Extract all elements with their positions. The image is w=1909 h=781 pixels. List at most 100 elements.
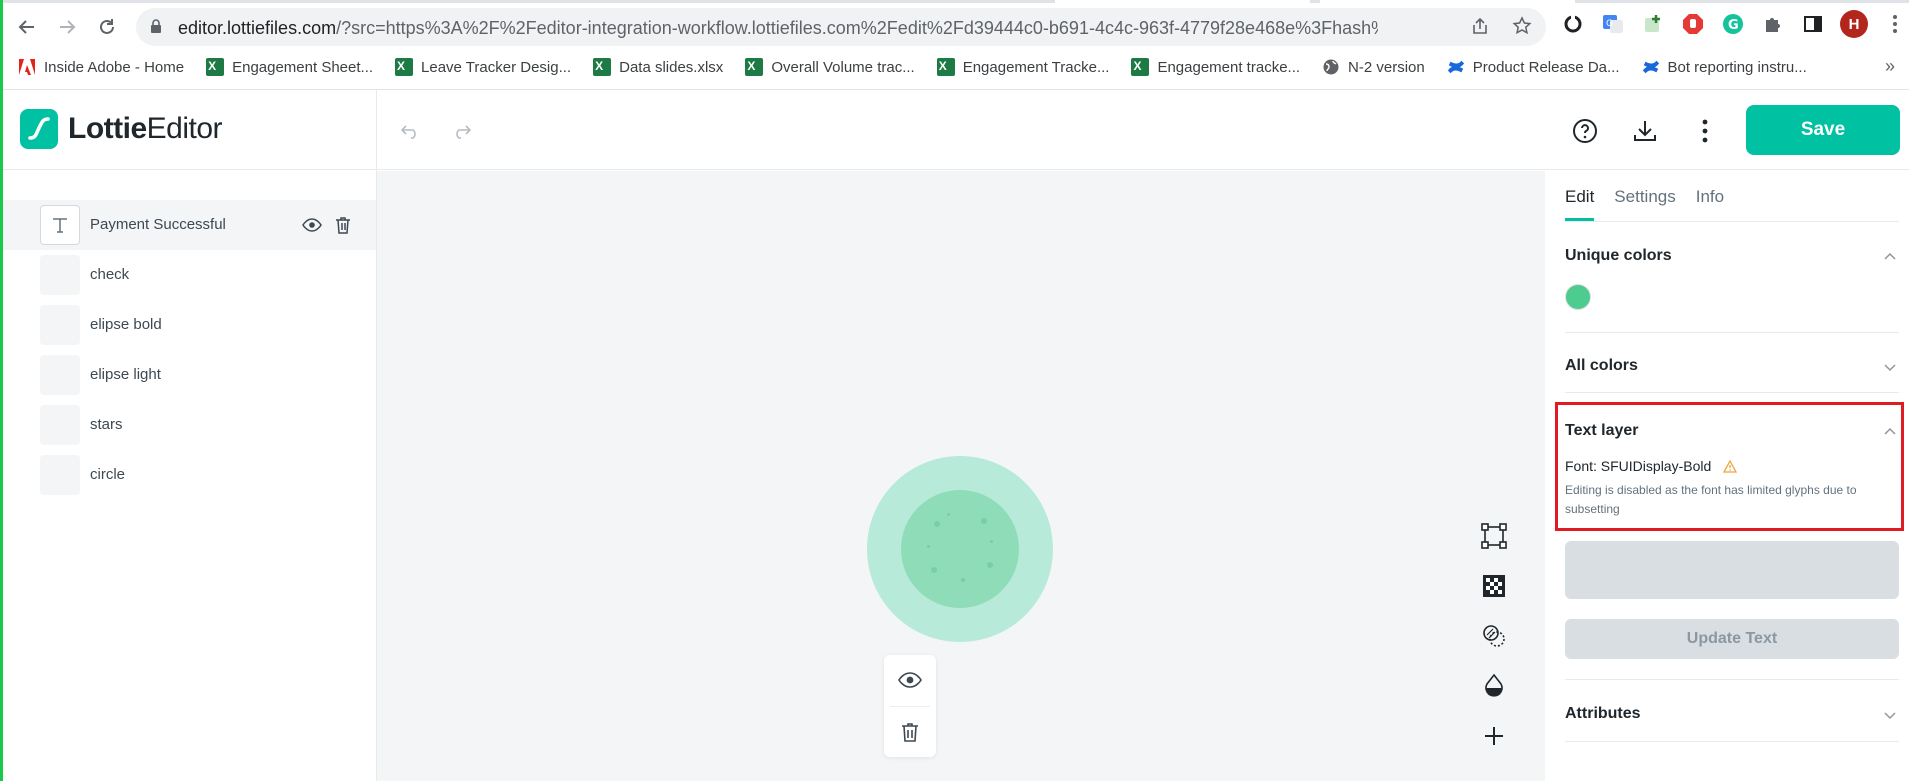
- editor-header: LottieEditor Save: [0, 90, 1909, 170]
- confluence-icon: [1642, 58, 1660, 76]
- undo-button[interactable]: [398, 118, 424, 144]
- animation-preview[interactable]: [867, 456, 1053, 642]
- trash-icon[interactable]: [334, 215, 352, 240]
- bookmark-item[interactable]: Engagement tracke...: [1131, 58, 1300, 76]
- layer-thumbnail: [40, 405, 80, 445]
- layer-row[interactable]: Payment Successful: [0, 200, 376, 250]
- transparency-grid-icon[interactable]: [1479, 571, 1509, 601]
- color-swatch[interactable]: [1565, 284, 1591, 310]
- download-icon[interactable]: [1630, 116, 1660, 146]
- layer-name: check: [90, 266, 130, 283]
- svg-text:G: G: [1606, 19, 1613, 29]
- chevron-up-icon[interactable]: [1883, 250, 1897, 264]
- extension-plus-icon[interactable]: [1640, 11, 1666, 37]
- browser-toolbar: editor.lottiefiles.com/?src=https%3A%2F%…: [0, 0, 1909, 90]
- excel-icon: [593, 58, 612, 76]
- eye-icon[interactable]: [302, 215, 322, 240]
- layer-name: elipse bold: [90, 316, 162, 333]
- layer-thumbnail: [40, 455, 80, 495]
- adobe-icon: [18, 58, 36, 76]
- layer-thumbnail: [40, 305, 80, 345]
- tab-info[interactable]: Info: [1696, 171, 1724, 221]
- grammarly-icon[interactable]: G: [1720, 11, 1746, 37]
- url-text[interactable]: editor.lottiefiles.com/?src=https%3A%2F%…: [178, 18, 1378, 39]
- bookmark-item[interactable]: Overall Volume trac...: [745, 58, 915, 76]
- panel-tabs: Edit Settings Info: [1565, 171, 1724, 221]
- redo-button[interactable]: [448, 118, 474, 144]
- tab-settings[interactable]: Settings: [1614, 171, 1675, 221]
- chevron-down-icon[interactable]: [1883, 360, 1897, 374]
- floating-layer-toolbar: [884, 655, 936, 757]
- bookmark-item[interactable]: Data slides.xlsx: [593, 58, 723, 76]
- excel-icon: [936, 58, 955, 76]
- bounding-box-icon[interactable]: [1479, 521, 1509, 551]
- layer-row[interactable]: elipse light: [0, 350, 376, 400]
- globe-icon: [1322, 58, 1340, 76]
- save-button[interactable]: Save: [1746, 105, 1900, 155]
- bookmark-star-icon[interactable]: [1512, 16, 1532, 41]
- profile-avatar[interactable]: H: [1840, 10, 1868, 38]
- eye-icon[interactable]: [895, 665, 925, 695]
- layer-row[interactable]: elipse bold: [0, 300, 376, 350]
- layer-row[interactable]: stars: [0, 400, 376, 450]
- bookmarks-bar: Inside Adobe - Home Engagement Sheet... …: [0, 52, 1909, 82]
- adblock-icon[interactable]: [1680, 11, 1706, 37]
- bookmarks-overflow-button[interactable]: »: [1885, 56, 1895, 77]
- lottie-logo-icon: [20, 109, 58, 149]
- window-edge: [0, 0, 3, 781]
- layers-panel: Payment Successful check elipse bold eli…: [0, 200, 376, 500]
- google-translate-icon[interactable]: G: [1600, 11, 1626, 37]
- bookmark-item[interactable]: Engagement Tracke...: [936, 58, 1109, 76]
- excel-icon: [395, 58, 414, 76]
- layer-name: elipse light: [90, 366, 161, 383]
- animation-canvas[interactable]: [377, 171, 1545, 781]
- extensions-puzzle-icon[interactable]: [1760, 11, 1786, 37]
- bookmark-item[interactable]: Inside Adobe - Home: [18, 58, 184, 76]
- update-text-button[interactable]: Update Text: [1565, 619, 1899, 659]
- bookmark-item[interactable]: Product Release Da...: [1447, 58, 1620, 76]
- layer-name: circle: [90, 466, 126, 483]
- extension-sync-icon[interactable]: [1560, 11, 1586, 37]
- side-panel-icon[interactable]: [1800, 11, 1826, 37]
- trash-icon[interactable]: [895, 717, 925, 747]
- share-icon[interactable]: [1470, 16, 1490, 41]
- layer-thumbnail: [40, 355, 80, 395]
- layer-name: Payment Successful: [90, 216, 226, 233]
- layer-row[interactable]: circle: [0, 450, 376, 500]
- confluence-icon: [1447, 58, 1465, 76]
- tab-strip: [0, 0, 1909, 3]
- layer-row[interactable]: check: [0, 250, 376, 300]
- excel-icon: [745, 58, 764, 76]
- excel-icon: [1131, 58, 1150, 76]
- back-button[interactable]: [10, 10, 44, 44]
- help-icon[interactable]: [1570, 116, 1600, 146]
- all-colors-header[interactable]: All colors: [1565, 357, 1638, 375]
- lottie-editor-logo[interactable]: LottieEditor: [20, 109, 223, 149]
- logo-text: LottieEditor: [68, 112, 223, 145]
- tab-edit[interactable]: Edit: [1565, 171, 1595, 221]
- bookmark-item[interactable]: Engagement Sheet...: [206, 58, 373, 76]
- more-options-icon[interactable]: [1690, 116, 1720, 146]
- lock-icon: [150, 19, 162, 39]
- onion-skin-icon[interactable]: [1479, 621, 1509, 651]
- text-content-field[interactable]: [1565, 541, 1899, 599]
- excel-icon: [206, 58, 225, 76]
- reload-button[interactable]: [90, 10, 124, 44]
- attributes-header[interactable]: Attributes: [1565, 705, 1641, 723]
- unique-colors-header[interactable]: Unique colors: [1565, 247, 1672, 265]
- highlight-annotation: [1555, 402, 1904, 531]
- layer-name: stars: [90, 416, 123, 433]
- chevron-down-icon[interactable]: [1883, 708, 1897, 722]
- animation-inner-circle: [901, 490, 1019, 608]
- properties-panel: Edit Settings Info Unique colors All col…: [1545, 171, 1909, 781]
- browser-menu-icon[interactable]: [1882, 11, 1908, 37]
- forward-button[interactable]: [50, 10, 84, 44]
- background-color-icon[interactable]: [1479, 671, 1509, 701]
- bookmark-item[interactable]: Bot reporting instru...: [1642, 58, 1807, 76]
- svg-text:G: G: [1728, 18, 1739, 33]
- bookmark-item[interactable]: Leave Tracker Desig...: [395, 58, 571, 76]
- text-icon: [40, 205, 80, 245]
- address-bar[interactable]: editor.lottiefiles.com/?src=https%3A%2F%…: [136, 8, 1546, 46]
- zoom-in-icon[interactable]: [1479, 721, 1509, 751]
- bookmark-item[interactable]: N-2 version: [1322, 58, 1425, 76]
